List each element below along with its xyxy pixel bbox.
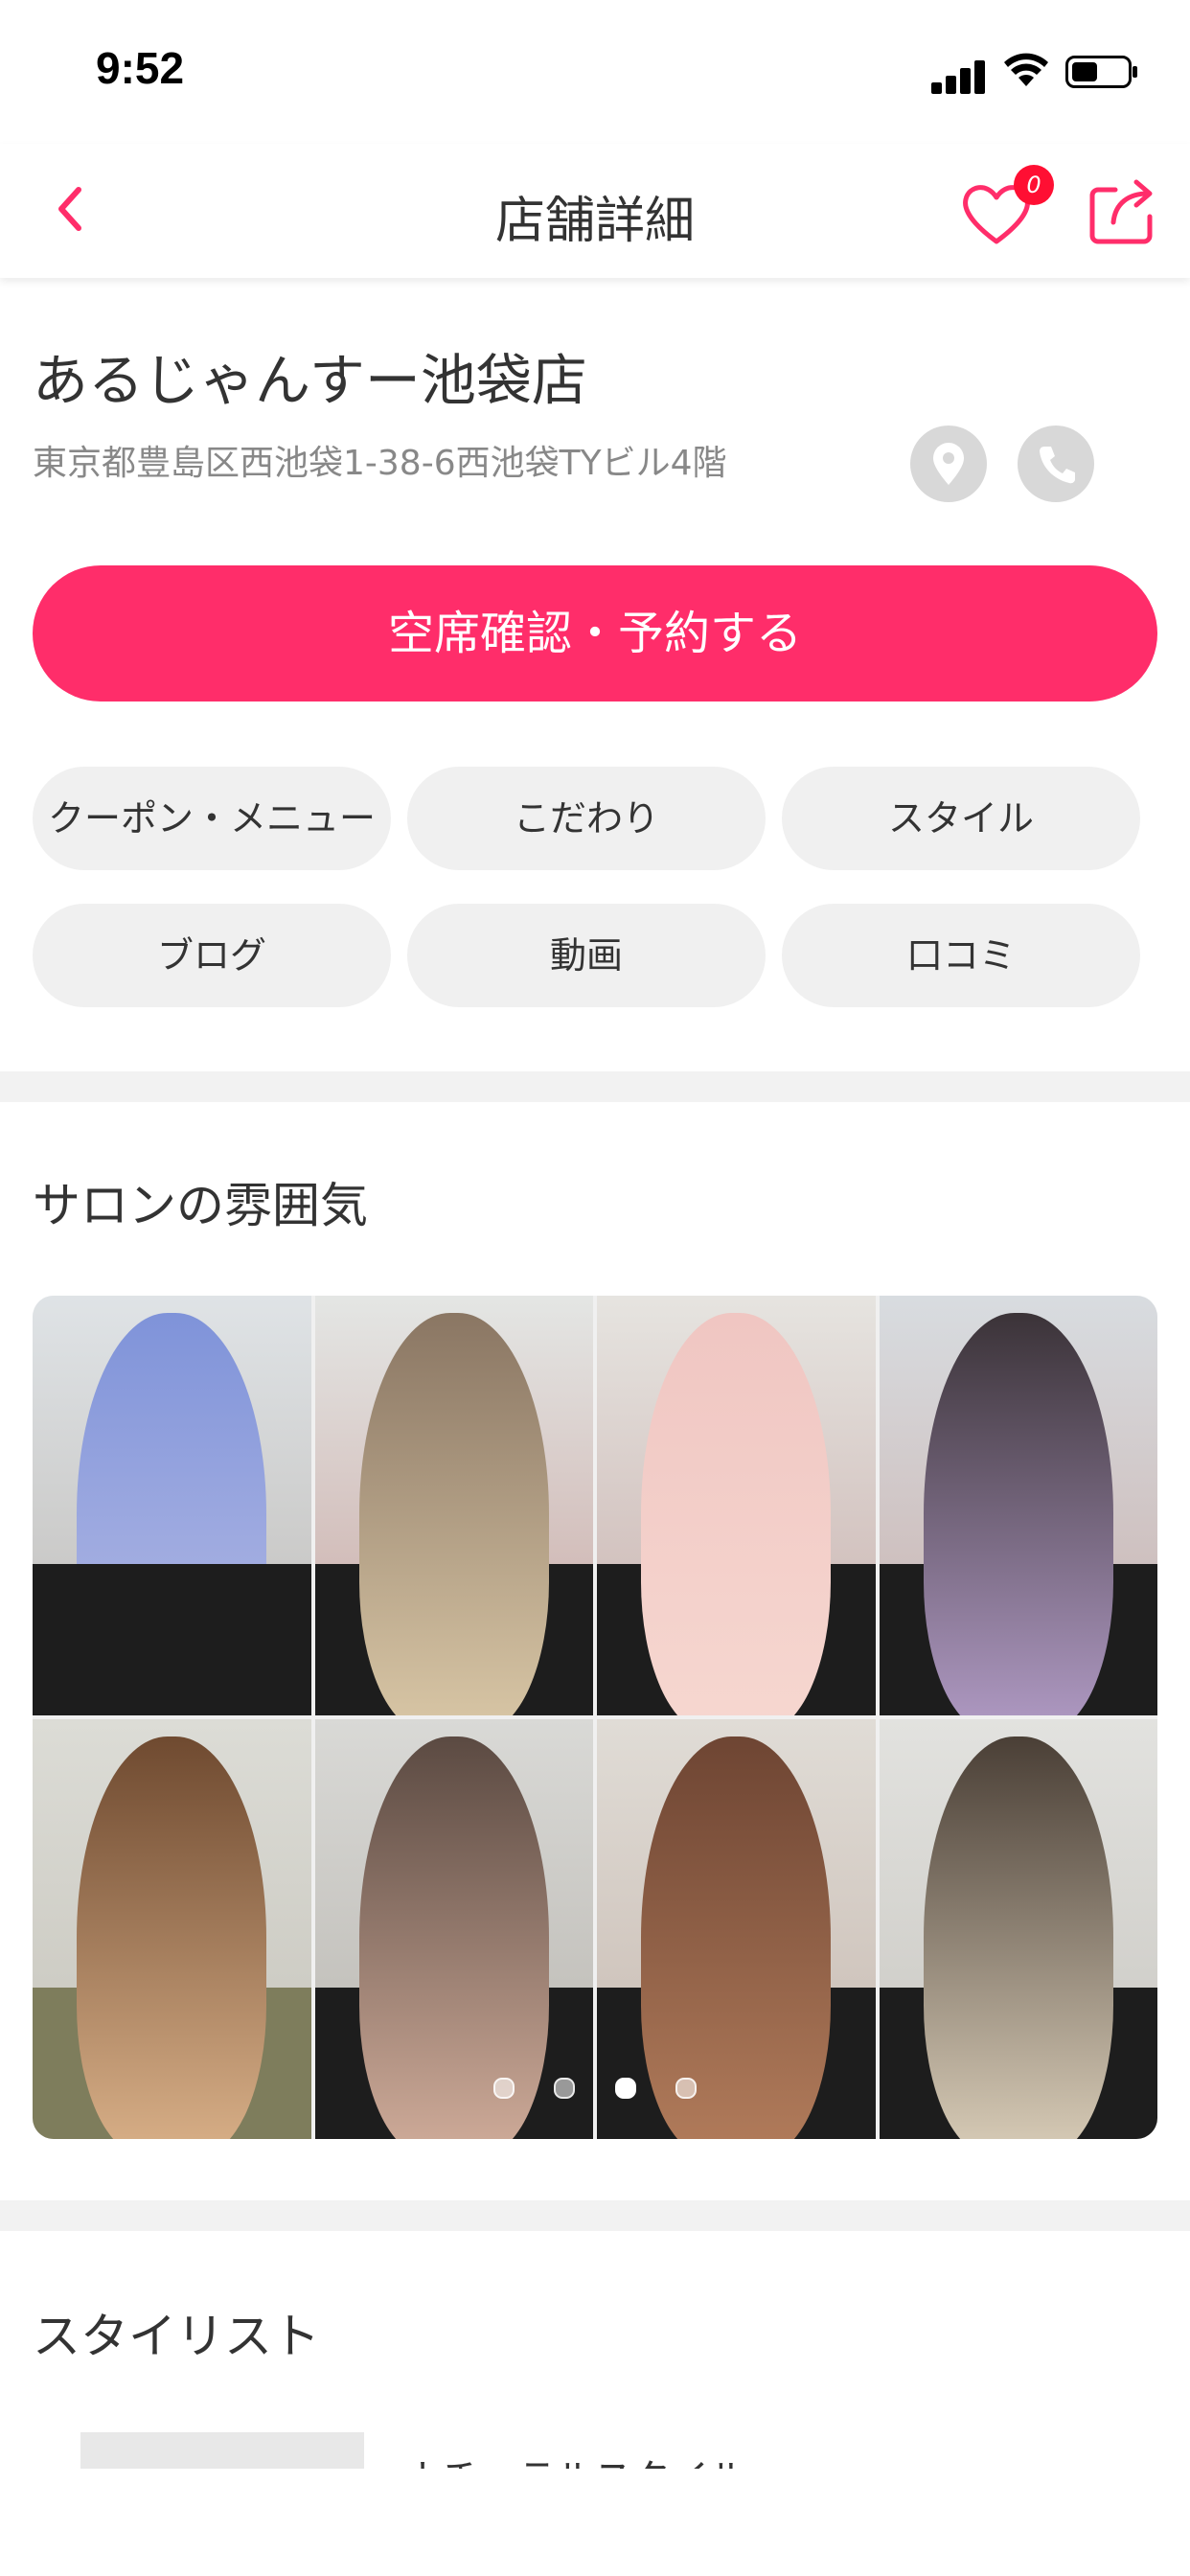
wifi-icon xyxy=(1004,53,1048,86)
stylist-photo[interactable] xyxy=(80,2432,364,2471)
page-dot-active[interactable] xyxy=(614,2078,636,2099)
hair-photo[interactable] xyxy=(597,1719,876,2139)
hair-photo[interactable] xyxy=(33,1296,311,1715)
share-icon[interactable] xyxy=(1087,174,1159,247)
navigation-bar: 店舗詳細 0 xyxy=(0,144,1190,278)
battery-icon xyxy=(1065,56,1137,88)
status-time: 9:52 xyxy=(96,43,185,93)
cellular-signal-icon xyxy=(931,56,989,94)
salon-photo-gallery[interactable] xyxy=(33,1296,1157,2139)
scroll-fade xyxy=(0,2469,1190,2576)
status-bar: 9:52 xyxy=(0,0,1190,144)
page-dot[interactable] xyxy=(675,2078,697,2099)
gallery-page-indicator xyxy=(0,2078,1190,2103)
hair-photo[interactable] xyxy=(879,1719,1157,2139)
hair-photo[interactable] xyxy=(314,1296,593,1715)
hair-photo[interactable] xyxy=(879,1296,1157,1715)
tab-kodawari[interactable]: こだわり xyxy=(407,767,766,870)
phone-icon xyxy=(1040,447,1075,484)
tab-coupon-menu[interactable]: クーポン・メニュー xyxy=(33,767,391,870)
map-pin-icon xyxy=(933,443,964,485)
favorite-count-badge: 0 xyxy=(1014,165,1054,205)
hair-photo[interactable] xyxy=(33,1719,311,2139)
hair-photo[interactable] xyxy=(597,1296,876,1715)
page-dot[interactable] xyxy=(493,2078,515,2099)
section-divider xyxy=(0,1071,1190,1102)
tab-style[interactable]: スタイル xyxy=(782,767,1140,870)
phone-button[interactable] xyxy=(1018,426,1094,502)
page-dot[interactable] xyxy=(554,2078,576,2099)
salon-address: 東京都豊島区西池袋1-38-6西池袋TYビル4階 xyxy=(33,444,727,483)
tab-reviews[interactable]: 口コミ xyxy=(782,904,1140,1007)
hair-photo[interactable] xyxy=(314,1719,593,2139)
atmosphere-section-title: サロンの雰囲気 xyxy=(33,1178,368,1233)
map-button[interactable] xyxy=(910,426,987,502)
section-divider xyxy=(0,2200,1190,2231)
tab-video[interactable]: 動画 xyxy=(407,904,766,1007)
tab-blog[interactable]: ブログ xyxy=(33,904,391,1007)
salon-name: あるじゃんすー池袋店 xyxy=(33,348,587,413)
reserve-button[interactable]: 空席確認・予約する xyxy=(33,565,1157,702)
stylist-section-title: スタイリスト xyxy=(33,2309,320,2364)
